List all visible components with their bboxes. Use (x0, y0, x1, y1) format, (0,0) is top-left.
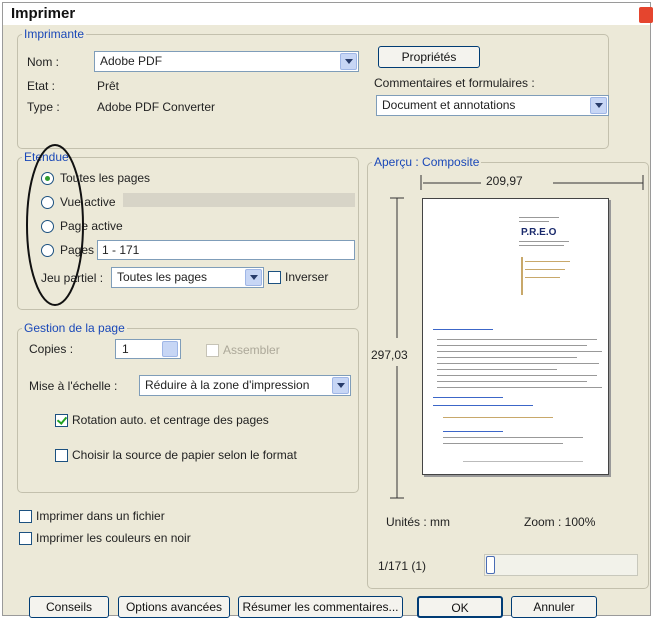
properties-button[interactable]: Propriétés (378, 46, 480, 68)
page-indicator: 1/171 (1) (378, 559, 427, 573)
page-preview-thumbnail: P.R.E.O (422, 198, 609, 475)
pages-range-input[interactable]: 1 - 171 (97, 240, 355, 260)
dialog-title: Imprimer (11, 5, 76, 22)
reverse-pages-label[interactable]: Inverser (285, 270, 328, 284)
preview-height: 297,03 (371, 348, 408, 362)
collate-checkbox[interactable] (206, 344, 219, 357)
subset-value: Toutes les pages (117, 270, 208, 284)
chevron-down-icon[interactable] (340, 53, 357, 70)
printer-name-value: Adobe PDF (100, 54, 163, 68)
printer-legend: Imprimante (24, 27, 85, 41)
close-icon[interactable] (639, 7, 653, 23)
printer-type-value: Adobe PDF Converter (97, 100, 216, 114)
page-slider-thumb[interactable] (486, 556, 495, 574)
print-to-file-label[interactable]: Imprimer dans un fichier (36, 509, 165, 523)
printer-name-label: Nom : (27, 55, 60, 69)
printer-status-label: Etat : (27, 79, 56, 93)
copies-value: 1 (122, 342, 129, 356)
copies-label: Copies : (29, 342, 74, 356)
comments-forms-label: Commentaires et formulaires : (374, 76, 535, 90)
printer-status-value: Prêt (97, 79, 120, 93)
paper-source-checkbox[interactable] (55, 449, 68, 462)
stepper-arrows-icon[interactable] (162, 341, 178, 357)
scaling-select[interactable]: Réduire à la zone d'impression (139, 375, 351, 396)
chevron-down-icon[interactable] (590, 97, 607, 114)
chevron-down-icon[interactable] (245, 269, 262, 286)
copies-stepper[interactable]: 1 (115, 339, 181, 359)
reverse-pages-checkbox[interactable] (268, 271, 281, 284)
title-bar: Imprimer (3, 3, 653, 25)
comments-forms-value: Document et annotations (382, 98, 516, 112)
print-dialog: Imprimer Imprimante Nom : Adobe PDF Etat… (2, 2, 653, 618)
preview-units: Unités : mm (386, 515, 451, 529)
paper-source-label[interactable]: Choisir la source de papier selon le for… (72, 448, 297, 462)
annotation-ellipse (26, 144, 84, 306)
chevron-down-icon[interactable] (332, 377, 349, 394)
print-color-as-black-label[interactable]: Imprimer les couleurs en noir (36, 531, 191, 545)
advanced-options-button[interactable]: Options avancées (118, 596, 230, 618)
summarize-comments-button[interactable]: Résumer les commentaires... (238, 596, 403, 618)
preview-zoom: Zoom : 100% (524, 515, 596, 529)
printer-name-select[interactable]: Adobe PDF (94, 51, 359, 72)
preview-legend: Aperçu : Composite (374, 155, 480, 169)
scaling-value: Réduire à la zone d'impression (145, 378, 310, 392)
page-handling-legend: Gestion de la page (24, 321, 125, 335)
current-view-bar (123, 193, 355, 207)
ok-button[interactable]: OK (417, 596, 503, 618)
print-to-file-checkbox[interactable] (19, 510, 32, 523)
tips-button[interactable]: Conseils (29, 596, 109, 618)
autorotate-label[interactable]: Rotation auto. et centrage des pages (72, 413, 269, 427)
collate-label: Assembler (223, 343, 280, 357)
page-slider-track[interactable] (484, 554, 638, 576)
preview-width: 209,97 (486, 174, 523, 188)
printer-type-label: Type : (27, 100, 60, 114)
print-color-as-black-checkbox[interactable] (19, 532, 32, 545)
autorotate-checkbox[interactable] (55, 414, 68, 427)
subset-select[interactable]: Toutes les pages (111, 267, 264, 288)
cancel-button[interactable]: Annuler (511, 596, 597, 618)
scaling-label: Mise à l'échelle : (29, 379, 118, 393)
pages-range-value: 1 - 171 (102, 243, 140, 257)
comments-forms-select[interactable]: Document et annotations (376, 95, 609, 116)
